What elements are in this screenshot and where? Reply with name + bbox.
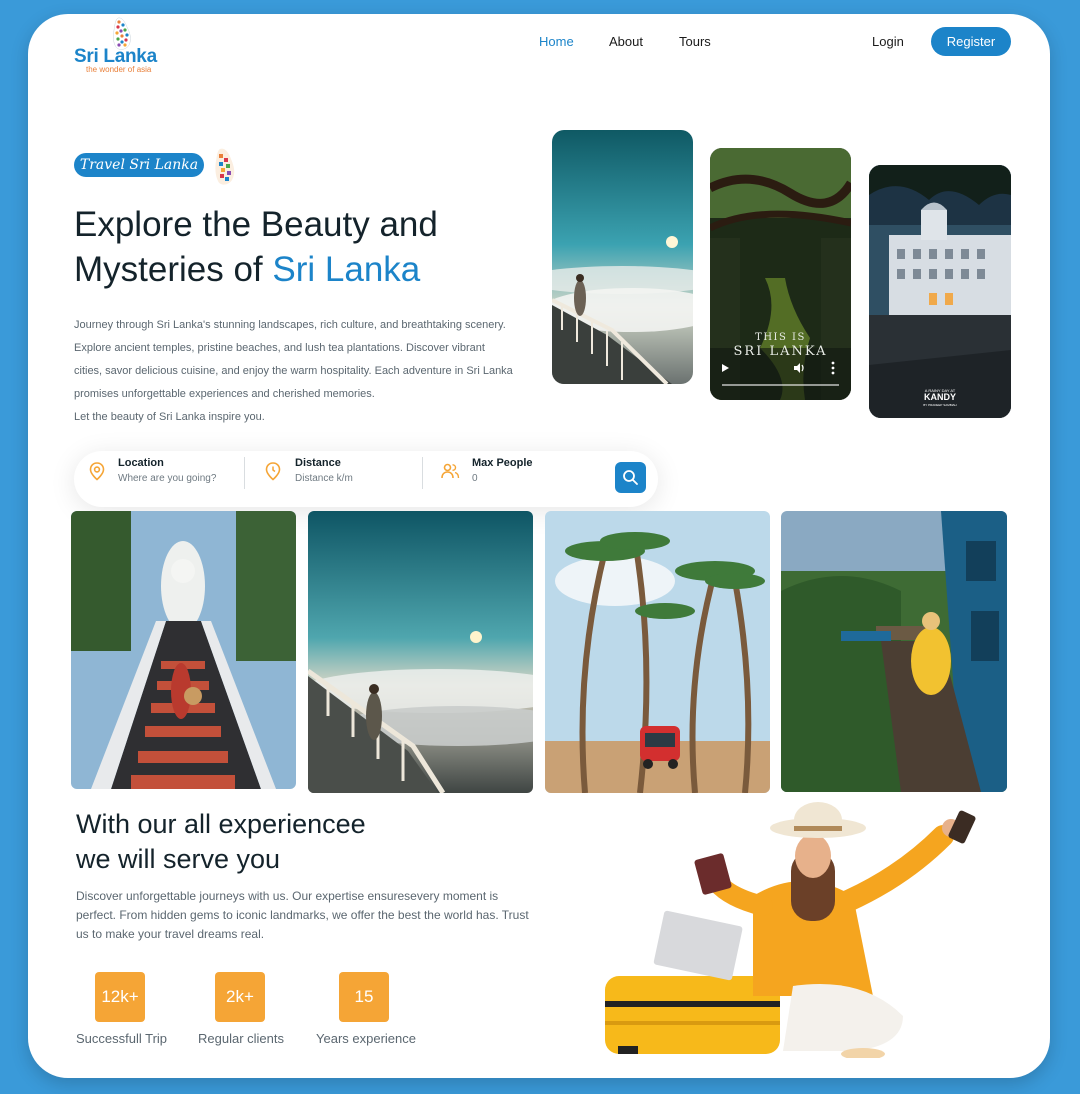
location-field[interactable]: Location Where are you going? [74, 451, 244, 507]
landing-card: Sri Lanka the wonder of asia Home About … [28, 14, 1050, 1078]
video-caption-bottom: SRI LANKA [733, 344, 828, 359]
hero-title-line1: Explore the Beauty and [74, 205, 438, 244]
stat-years-value: 15 [339, 972, 389, 1022]
sunrise-cliff-photo [552, 130, 693, 384]
forest-video-player [710, 148, 851, 400]
hero-title: Explore the Beauty and Mysteries of Sri … [74, 202, 514, 292]
stat-clients-value: 2k+ [215, 972, 265, 1022]
max-people-value: 0 [472, 473, 478, 484]
temple-stairs-photo [71, 511, 296, 789]
train-bridge-photo [781, 511, 1007, 792]
stat-years-label: Years experience [316, 1031, 416, 1046]
gallery-photo-train[interactable] [781, 511, 1007, 792]
hero-description-body: Journey through Sri Lanka's stunning lan… [74, 319, 513, 400]
register-button[interactable]: Register [931, 27, 1011, 56]
nav-home[interactable]: Home [539, 34, 574, 50]
search-button[interactable] [615, 462, 646, 493]
gallery-photo-beach[interactable] [545, 511, 770, 793]
travel-badge: Travel Sri Lanka [74, 153, 204, 177]
search-icon [623, 470, 638, 485]
traveler-with-luggage-image [605, 802, 976, 1058]
max-people-field[interactable]: Max People 0 [423, 451, 603, 507]
video-caption-top: THIS IS [755, 332, 806, 343]
brand-tagline: the wonder of asia [86, 65, 152, 74]
distance-placeholder: Distance k/m [295, 473, 353, 484]
experience-title: With our all experiencee we will serve y… [76, 807, 516, 877]
stat-trips-value: 12k+ [95, 972, 145, 1022]
distance-field[interactable]: Distance Distance k/m [245, 451, 421, 507]
stat-trips-label: Successfull Trip [76, 1031, 168, 1046]
volume-icon[interactable] [793, 362, 805, 374]
kandy-hotel-photo [869, 165, 1011, 418]
distance-label: Distance [295, 457, 341, 469]
hero-phone-sunrise[interactable] [552, 130, 693, 384]
gallery-photo-sunrise[interactable] [308, 511, 533, 793]
people-icon [441, 463, 460, 479]
hero-description-closing: Let the beauty of Sri Lanka inspire you. [74, 411, 265, 423]
experience-title-line2: we will serve you [76, 844, 281, 874]
more-options-icon[interactable] [831, 361, 835, 375]
login-link[interactable]: Login [872, 34, 904, 50]
play-icon[interactable] [722, 364, 729, 372]
experience-description: Discover unforgettable journeys with us.… [76, 889, 529, 941]
location-label: Location [118, 457, 164, 469]
hero-phone-video[interactable]: THIS IS SRI LANKA [710, 148, 851, 400]
nav-tours[interactable]: Tours [679, 34, 711, 50]
video-progress-bar[interactable] [722, 384, 839, 386]
sri-lanka-art-icon [215, 148, 235, 185]
kandy-caption-title: KANDY [923, 392, 956, 402]
hero-description: Journey through Sri Lanka's stunning lan… [74, 314, 514, 429]
max-people-label: Max People [472, 457, 533, 469]
stat-clients-label: Regular clients [198, 1031, 284, 1046]
gallery-photo-temple[interactable] [71, 511, 296, 789]
location-placeholder: Where are you going? [118, 473, 217, 484]
mountain-sunrise-photo [308, 511, 533, 793]
hero-title-accent: Sri Lanka [272, 250, 421, 289]
distance-pin-icon [265, 462, 281, 481]
palm-beach-tuktuk-photo [545, 511, 770, 793]
experience-title-line1: With our all experiencee [76, 809, 366, 839]
search-bar: Location Where are you going? Distance D… [74, 451, 658, 507]
hero-title-line2: Mysteries of [74, 250, 273, 289]
location-pin-icon [89, 462, 105, 481]
nav-about[interactable]: About [609, 34, 643, 50]
hero-phone-kandy[interactable]: A RAINY DAY AT KANDY BY PRADEEP SAMBIAH [869, 165, 1011, 418]
brand-logo[interactable]: Sri Lanka the wonder of asia [72, 16, 172, 78]
kandy-caption-credit: BY PRADEEP SAMBIAH [923, 403, 957, 407]
